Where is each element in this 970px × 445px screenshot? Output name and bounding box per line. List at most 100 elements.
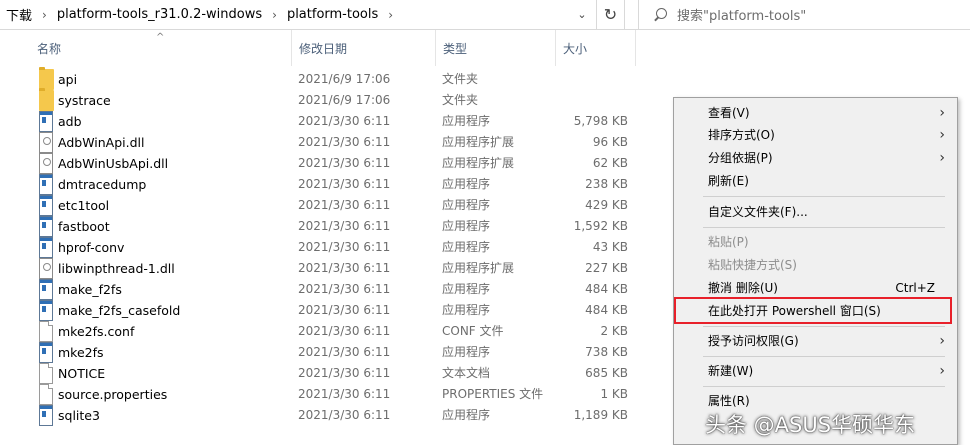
file-size: 1 KB <box>600 387 628 401</box>
file-size: 5,798 KB <box>573 114 628 128</box>
column-header-name[interactable]: 名称 <box>30 30 292 66</box>
folder-icon <box>39 67 54 90</box>
menu-item-group-by[interactable]: 分组依据(P) › <box>676 147 955 169</box>
file-date: 2021/3/30 6:11 <box>298 219 391 233</box>
breadcrumb-platform-tools[interactable]: platform-tools <box>287 7 378 22</box>
dll-icon <box>39 153 53 174</box>
file-type: 应用程序 <box>442 282 491 296</box>
chevron-right-icon: › <box>939 333 945 349</box>
chevron-right-icon: › <box>939 150 945 166</box>
file-size: 43 KB <box>592 240 628 254</box>
file-row[interactable]: dmtracedump 2021/3/30 6:11 应用程序 238 KB <box>30 174 640 195</box>
file-date: 2021/3/30 6:11 <box>298 177 391 191</box>
file-name: AdbWinApi.dll <box>58 135 145 150</box>
chevron-down-icon[interactable]: ⌄ <box>568 0 596 29</box>
file-name: make_f2fs <box>58 282 122 297</box>
exe-icon <box>39 279 53 300</box>
menu-item-sort-by[interactable]: 排序方式(O) › <box>676 124 955 146</box>
file-row[interactable]: AdbWinUsbApi.dll 2021/3/30 6:11 应用程序扩展 62 K… <box>30 153 640 174</box>
exe-icon <box>39 342 53 363</box>
column-header-size-label: 大小 <box>563 41 588 56</box>
file-type: 应用程序 <box>442 345 491 359</box>
file-name: source.properties <box>58 387 168 402</box>
refresh-icon[interactable]: ↻ <box>597 0 625 29</box>
exe-icon <box>39 195 53 216</box>
folder-icon <box>39 88 54 111</box>
menu-item-paste-shortcut-label: 粘贴快捷方式(S) <box>708 258 797 272</box>
exe-icon <box>39 405 53 426</box>
file-name: NOTICE <box>58 366 106 381</box>
chevron-right-icon: › <box>939 363 945 379</box>
file-name: hprof-conv <box>58 240 125 255</box>
column-header-type[interactable]: 类型 <box>436 30 556 66</box>
file-row[interactable]: api 2021/6/9 17:06 文件夹 <box>30 67 640 90</box>
search-box[interactable]: 搜索"platform-tools" <box>638 0 970 29</box>
file-row[interactable]: source.properties 2021/3/30 6:11 PROPERTIE… <box>30 384 640 405</box>
file-row[interactable]: NOTICE 2021/3/30 6:11 文本文档 685 KB <box>30 363 640 384</box>
menu-separator <box>703 196 945 197</box>
file-row[interactable]: fastboot 2021/3/30 6:11 应用程序 1,592 KB <box>30 216 640 237</box>
file-type: 应用程序 <box>442 303 491 317</box>
file-name: AdbWinUsbApi.dll <box>58 156 169 171</box>
menu-separator <box>703 356 945 357</box>
file-row[interactable]: make_f2fs_casefold 2021/3/30 6:11 应用程序 484 … <box>30 300 640 321</box>
file-row[interactable]: etc1tool 2021/3/30 6:11 应用程序 429 KB <box>30 195 640 216</box>
menu-item-undo-delete[interactable]: 撤消 删除(U) Ctrl+Z <box>676 277 955 299</box>
file-size: 429 KB <box>585 198 628 212</box>
breadcrumb-platform-tools-windows[interactable]: platform-tools_r31.0.2-windows <box>57 7 262 22</box>
file-name: api <box>58 72 78 87</box>
file-date: 2021/3/30 6:11 <box>298 156 391 170</box>
file-type: 应用程序扩展 <box>442 261 515 275</box>
file-date: 2021/3/30 6:11 <box>298 366 391 380</box>
file-type: PROPERTIES 文件 <box>442 387 544 401</box>
file-date: 2021/3/30 6:11 <box>298 303 391 317</box>
menu-item-undo-delete-label: 撤消 删除(U) <box>708 281 778 295</box>
file-date: 2021/3/30 6:11 <box>298 408 391 422</box>
file-size: 238 KB <box>585 177 628 191</box>
file-date: 2021/3/30 6:11 <box>298 261 391 275</box>
column-header-type-label: 类型 <box>443 41 468 56</box>
chevron-right-icon: › <box>939 127 945 143</box>
chevron-right-icon: › <box>939 105 945 121</box>
search-input[interactable]: 搜索"platform-tools" <box>677 5 806 24</box>
menu-item-paste[interactable]: 粘贴(P) <box>676 231 955 253</box>
chevron-right-icon[interactable]: › <box>388 8 393 22</box>
file-row[interactable]: systrace 2021/6/9 17:06 文件夹 <box>30 88 640 111</box>
file-date: 2021/3/30 6:11 <box>298 282 391 296</box>
exe-icon <box>39 300 53 321</box>
chevron-right-icon[interactable]: › <box>42 8 47 22</box>
file-name: fastboot <box>58 219 110 234</box>
file-row[interactable]: make_f2fs 2021/3/30 6:11 应用程序 484 KB <box>30 279 640 300</box>
file-size: 1,592 KB <box>573 219 628 233</box>
dll-icon <box>39 132 53 153</box>
file-name: systrace <box>58 93 111 108</box>
search-icon <box>653 7 667 22</box>
menu-item-customize-folder[interactable]: 自定义文件夹(F)... <box>676 201 955 223</box>
column-header-date[interactable]: 修改日期 <box>292 30 436 66</box>
file-type: 应用程序 <box>442 408 491 422</box>
file-row[interactable]: sqlite3 2021/3/30 6:11 应用程序 1,189 KB <box>30 405 640 426</box>
menu-item-refresh[interactable]: 刷新(E) <box>676 170 955 192</box>
file-size: 2 KB <box>600 324 628 338</box>
file-date: 2021/3/30 6:11 <box>298 114 391 128</box>
breadcrumb-downloads[interactable]: 下载 <box>6 5 32 24</box>
chevron-right-icon[interactable]: › <box>272 8 277 22</box>
watermark: 头条 @ASUS华硕华东 <box>705 413 916 437</box>
file-row[interactable]: mke2fs 2021/3/30 6:11 应用程序 738 KB <box>30 342 640 363</box>
menu-item-new[interactable]: 新建(W) › <box>676 360 955 382</box>
menu-item-shortcut-label: Ctrl+Z <box>895 281 935 295</box>
file-row[interactable]: libwinpthread-1.dll 2021/3/30 6:11 应用程序扩展 2… <box>30 258 640 279</box>
file-size: 1,189 KB <box>573 408 628 422</box>
address-bar[interactable]: 下载 › platform-tools_r31.0.2-windows › pl… <box>0 0 597 29</box>
exe-icon <box>39 237 53 258</box>
menu-item-view[interactable]: 查看(V) › <box>676 102 955 124</box>
exe-icon <box>39 216 53 237</box>
menu-item-grant-access[interactable]: 授予访问权限(G) › <box>676 330 955 352</box>
column-header-size[interactable]: 大小 <box>556 30 636 66</box>
file-date: 2021/3/30 6:11 <box>298 387 391 401</box>
file-row[interactable]: mke2fs.conf 2021/3/30 6:11 CONF 文件 2 KB <box>30 321 640 342</box>
file-row[interactable]: AdbWinApi.dll 2021/3/30 6:11 应用程序扩展 96 KB <box>30 132 640 153</box>
menu-item-paste-shortcut[interactable]: 粘贴快捷方式(S) <box>676 254 955 276</box>
file-row[interactable]: adb 2021/3/30 6:11 应用程序 5,798 KB <box>30 111 640 132</box>
file-row[interactable]: hprof-conv 2021/3/30 6:11 应用程序 43 KB <box>30 237 640 258</box>
